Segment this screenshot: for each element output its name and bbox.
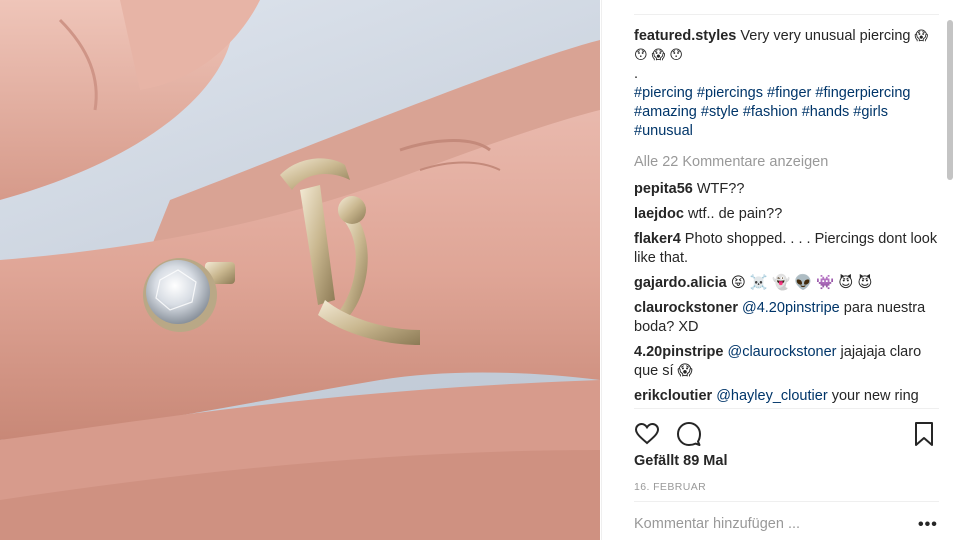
comment-item: laejdoc wtf.. de pain??: [634, 205, 939, 224]
action-bar: [634, 408, 939, 456]
view-all-comments-link[interactable]: Alle 22 Kommentare anzeigen: [634, 153, 939, 172]
comment-username[interactable]: gajardo.alicia: [634, 275, 727, 291]
post-photo[interactable]: [0, 0, 600, 540]
hashtag-link[interactable]: #finger: [767, 85, 811, 101]
post-date[interactable]: 16. FEBRUAR: [634, 481, 706, 493]
comments-scrollbar[interactable]: [945, 14, 955, 408]
comment-username[interactable]: claurockstoner: [634, 300, 738, 316]
comment-item: 4.20pinstripe @claurockstoner jajajaja c…: [634, 343, 939, 381]
comment-items: pepita56 WTF?? laejdoc wtf.. de pain?? fla…: [634, 180, 939, 406]
hashtag-link[interactable]: #unusual: [634, 123, 693, 139]
comment-bubble-icon[interactable]: [676, 421, 702, 447]
comment-item: erikcloutier @hayley_cloutier your new r…: [634, 387, 939, 406]
comment-text: 😝 ☠️ 👻 👽 👾 😈 😈: [730, 275, 873, 291]
hashtag-link[interactable]: #fingerpiercing: [815, 85, 910, 101]
finger-ring-photo: [0, 0, 600, 540]
comment-text: wtf.. de pain??: [688, 206, 783, 222]
author-username[interactable]: featured.styles: [634, 28, 736, 44]
comment-item: pepita56 WTF??: [634, 180, 939, 199]
caption-dot: .: [634, 66, 639, 82]
heart-icon[interactable]: [634, 421, 660, 447]
comment-text: your new ring: [831, 388, 919, 404]
comment-username[interactable]: pepita56: [634, 181, 693, 197]
comment-item: gajardo.alicia 😝 ☠️ 👻 👽 👾 😈 😈: [634, 274, 939, 293]
comment-username[interactable]: erikcloutier: [634, 388, 712, 404]
hashtags: #piercing #piercings #finger #fingerpier…: [634, 85, 911, 139]
scrollbar-thumb[interactable]: [947, 20, 953, 180]
comment-item: flaker4 Photo shopped. . . . Piercings d…: [634, 230, 939, 268]
comments-list[interactable]: featured.styles Very very unusual pierci…: [634, 14, 939, 408]
post-caption: featured.styles Very very unusual pierci…: [634, 27, 939, 141]
bookmark-icon[interactable]: [911, 421, 937, 447]
hashtag-link[interactable]: #style: [701, 104, 739, 120]
comment-username[interactable]: 4.20pinstripe: [634, 344, 723, 360]
comment-mention[interactable]: @hayley_cloutier: [716, 388, 827, 404]
comment-username[interactable]: laejdoc: [634, 206, 684, 222]
caption-text: Very very unusual piercing: [740, 28, 911, 44]
hashtag-link[interactable]: #piercings: [697, 85, 763, 101]
comment-username[interactable]: flaker4: [634, 231, 681, 247]
hashtag-link[interactable]: #hands: [802, 104, 850, 120]
comment-item: claurockstoner @4.20pinstripe para nuest…: [634, 299, 939, 337]
comment-form: •••: [634, 501, 939, 540]
hashtag-link[interactable]: #amazing: [634, 104, 697, 120]
comment-mention[interactable]: @4.20pinstripe: [742, 300, 840, 316]
comment-text: WTF??: [696, 181, 745, 197]
hashtag-link[interactable]: #girls: [853, 104, 888, 120]
post-side-panel: featured.styles Very very unusual pierci…: [601, 0, 960, 540]
comment-mention[interactable]: @claurockstoner: [727, 344, 836, 360]
comment-input[interactable]: [634, 513, 904, 535]
more-options-button[interactable]: •••: [918, 516, 938, 534]
hashtag-link[interactable]: #piercing: [634, 85, 693, 101]
hashtag-link[interactable]: #fashion: [743, 104, 798, 120]
likes-count[interactable]: Gefällt 89 Mal: [634, 453, 727, 469]
